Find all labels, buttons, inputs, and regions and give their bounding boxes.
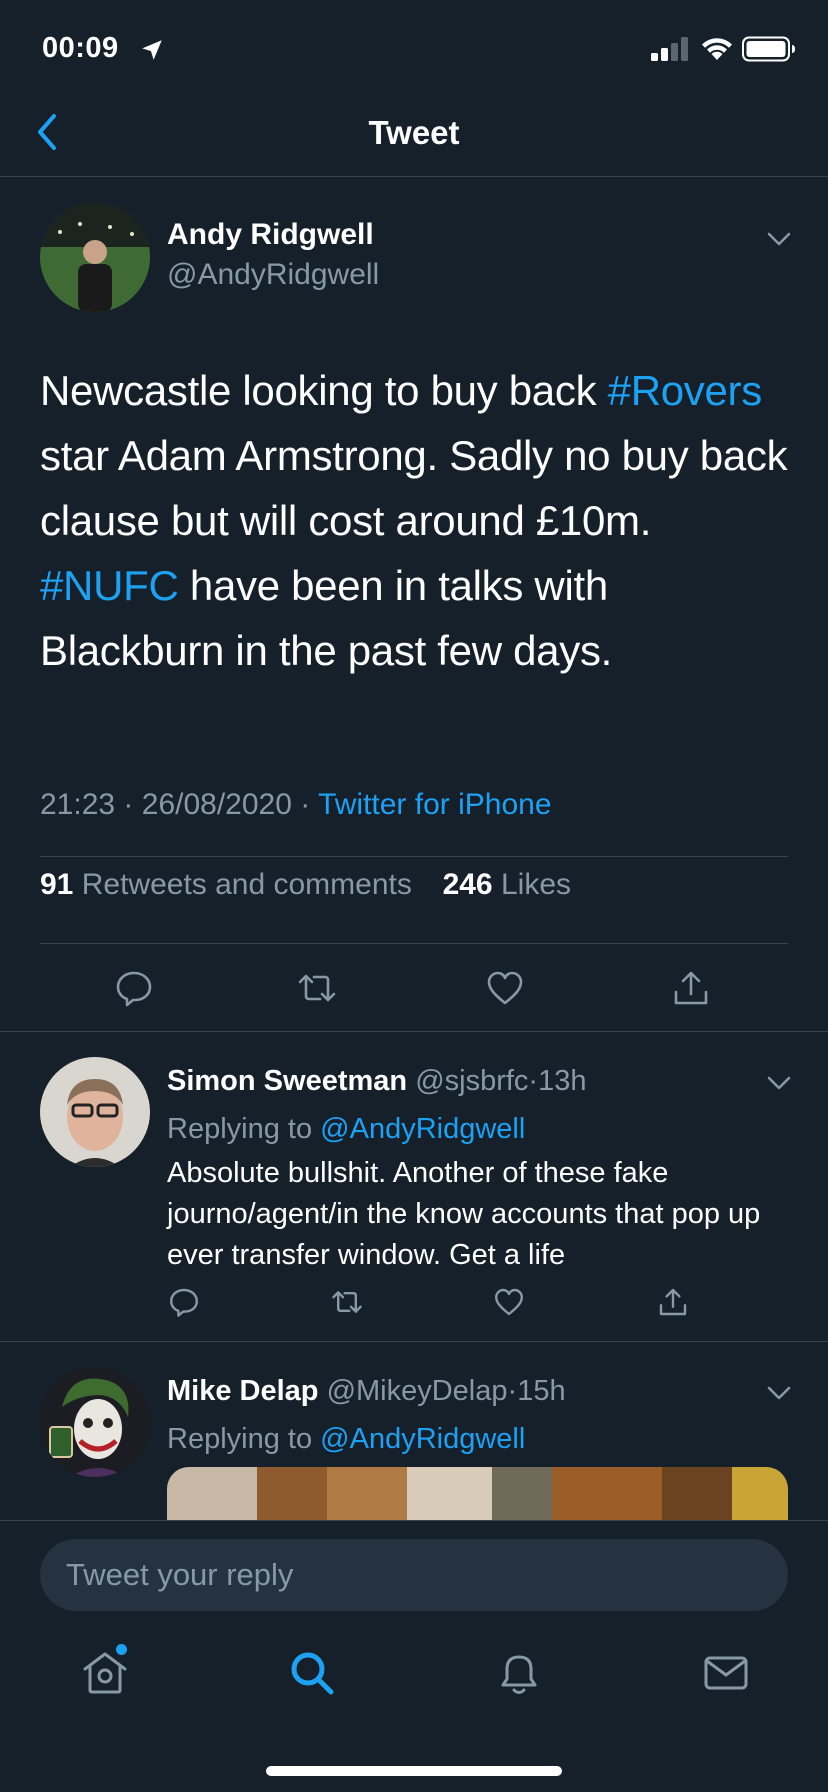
reply-icon[interactable]: [114, 968, 154, 1008]
reply-author-name[interactable]: Simon Sweetman: [167, 1065, 407, 1097]
meta-separator: ·: [528, 1065, 539, 1097]
wifi-icon: [702, 38, 732, 60]
chevron-down-icon[interactable]: [766, 1385, 792, 1401]
reply-composer: [0, 1520, 828, 1628]
reply-age: 13h: [538, 1065, 587, 1097]
status-bar: 00:09: [0, 0, 828, 100]
replying-to-handle[interactable]: @AndyRidgwell: [320, 1423, 525, 1455]
tweet-actions: [0, 968, 828, 1018]
replying-to-label: Replying to: [167, 1113, 313, 1145]
cellular-signal-icon: [651, 37, 688, 61]
meta-separator: ·: [300, 788, 311, 821]
battery-icon: [742, 36, 795, 62]
likes-count: 246: [442, 868, 493, 901]
notifications-icon[interactable]: [494, 1648, 544, 1698]
likes-stat[interactable]: 246 Likes: [443, 868, 571, 901]
reply-text: Absolute bullshit. Another of these fake…: [167, 1157, 761, 1271]
share-icon[interactable]: [657, 1286, 689, 1318]
chevron-down-icon[interactable]: [766, 1075, 792, 1091]
tweet-stats: 91 Retweets and comments 246 Likes: [40, 868, 571, 902]
reply-header: Simon Sweetman @sjsbrfc·13h: [167, 1065, 586, 1098]
search-icon[interactable]: [287, 1648, 337, 1698]
meta-separator: ·: [507, 1375, 518, 1407]
meta-separator: ·: [123, 788, 134, 821]
retweets-stat[interactable]: 91 Retweets and comments: [40, 868, 412, 901]
navigation-bar: Tweet: [0, 100, 828, 177]
reply-author-handle[interactable]: @sjsbrfc: [415, 1065, 528, 1097]
hashtag-link[interactable]: #Rovers: [608, 367, 763, 414]
home-unread-dot: [116, 1644, 127, 1655]
retweet-icon[interactable]: [331, 1286, 363, 1318]
reply-avatar[interactable]: [40, 1057, 150, 1167]
retweets-count: 91: [40, 868, 74, 901]
tweet-source-link[interactable]: Twitter for iPhone: [318, 788, 551, 821]
chevron-down-icon[interactable]: [766, 231, 792, 247]
retweets-label: Retweets and comments: [81, 868, 412, 901]
reply-author-name[interactable]: Mike Delap: [167, 1375, 319, 1407]
likes-label: Likes: [500, 868, 572, 901]
reply-age: 15h: [517, 1375, 566, 1407]
reply-header: Mike Delap @MikeyDelap·15h: [167, 1375, 566, 1408]
like-heart-icon[interactable]: [493, 1286, 525, 1318]
author-handle[interactable]: @AndyRidgwell: [167, 258, 379, 292]
tweet-text: Newcastle looking to buy back #Rovers st…: [40, 358, 800, 683]
main-tweet: Andy Ridgwell @AndyRidgwell Newcastle lo…: [0, 178, 828, 1032]
reply-tweet[interactable]: Simon Sweetman @sjsbrfc·13h Replying to …: [0, 1033, 828, 1342]
share-icon[interactable]: [671, 968, 711, 1008]
reply-avatar-image: [40, 1057, 150, 1167]
home-icon[interactable]: [80, 1648, 130, 1698]
tweet-metadata: 21:23 · 26/08/2020 · Twitter for iPhone: [40, 788, 552, 822]
reply-input[interactable]: [40, 1539, 788, 1611]
messages-icon[interactable]: [701, 1648, 751, 1698]
author-avatar[interactable]: [40, 202, 150, 312]
reply-avatar-image: [40, 1367, 150, 1477]
tweet-text-part: star Adam Armstrong. Sadly no buy back c…: [40, 432, 788, 544]
status-time: 00:09: [42, 32, 119, 64]
author-avatar-image: [40, 202, 150, 312]
reply-avatar[interactable]: [40, 1367, 150, 1477]
author-name[interactable]: Andy Ridgwell: [167, 218, 374, 252]
reply-icon[interactable]: [168, 1286, 200, 1318]
replying-to-handle[interactable]: @AndyRidgwell: [320, 1113, 525, 1145]
replying-to-label: Replying to: [167, 1423, 313, 1455]
replying-to: Replying to @AndyRidgwell: [167, 1423, 525, 1456]
divider: [40, 943, 788, 944]
tweet-date: 26/08/2020: [141, 788, 292, 821]
retweet-icon[interactable]: [297, 968, 337, 1008]
location-arrow-icon: [142, 40, 162, 60]
replying-to: Replying to @AndyRidgwell: [167, 1113, 525, 1146]
hashtag-link[interactable]: #NUFC: [40, 562, 179, 609]
divider: [40, 856, 788, 857]
home-indicator[interactable]: [266, 1766, 562, 1776]
page-title: Tweet: [368, 114, 460, 151]
reply-author-handle[interactable]: @MikeyDelap: [327, 1375, 508, 1407]
tweet-time: 21:23: [40, 788, 116, 821]
tweet-text-part: Newcastle looking to buy back: [40, 367, 608, 414]
like-heart-icon[interactable]: [485, 968, 525, 1008]
tab-bar: [0, 1628, 828, 1792]
